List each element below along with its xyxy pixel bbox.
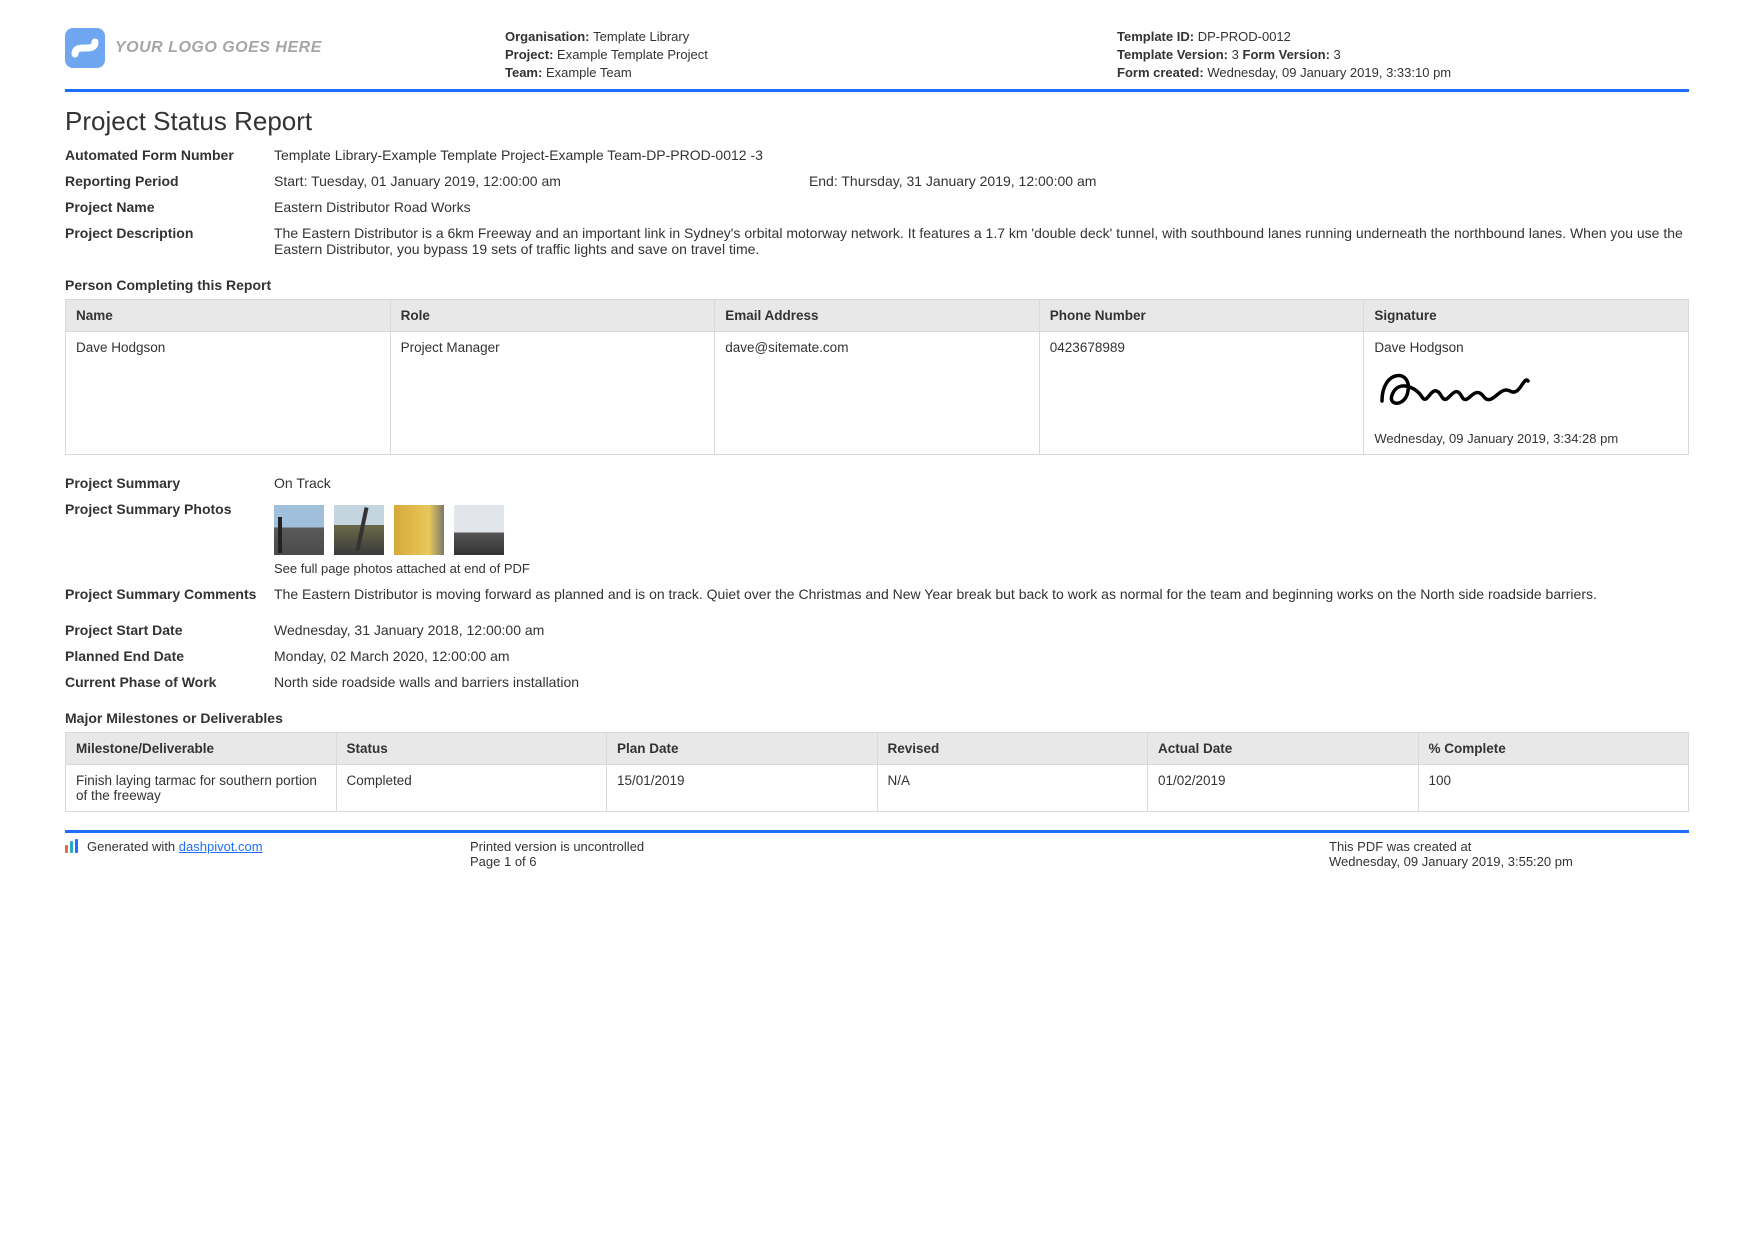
col-revised: Revised: [877, 732, 1148, 764]
created-at-value: Wednesday, 09 January 2019, 3:55:20 pm: [1329, 854, 1689, 869]
org-label: Organisation:: [505, 29, 590, 44]
cell-pct: 100: [1418, 764, 1689, 811]
project-start-label: Project Start Date: [65, 612, 270, 638]
current-phase-label: Current Phase of Work: [65, 674, 270, 690]
col-deliverable: Milestone/Deliverable: [66, 732, 337, 764]
form-created-label: Form created:: [1117, 65, 1204, 80]
signature-icon: [1374, 361, 1534, 413]
header-rule: [65, 89, 1689, 92]
report-header: YOUR LOGO GOES HERE Organisation: Templa…: [65, 28, 1689, 83]
table-header-row: Name Role Email Address Phone Number Sig…: [66, 299, 1689, 331]
project-description-value: The Eastern Distributor is a 6km Freeway…: [274, 225, 1689, 257]
summary-photos-block: See full page photos attached at end of …: [274, 501, 1689, 576]
form-version-label: Form Version:: [1243, 47, 1330, 62]
header-meta-right: Template ID: DP-PROD-0012 Template Versi…: [1117, 28, 1689, 83]
info-grid: Automated Form Number Template Library-E…: [65, 147, 1689, 257]
photo-thumbnail-4: [454, 505, 504, 555]
automated-form-number-value: Template Library-Example Template Projec…: [274, 147, 1689, 163]
project-start-value: Wednesday, 31 January 2018, 12:00:00 am: [274, 612, 1689, 638]
created-at-label: This PDF was created at: [1329, 839, 1689, 854]
form-version-value: 3: [1334, 47, 1341, 62]
template-id-label: Template ID:: [1117, 29, 1194, 44]
cell-status: Completed: [336, 764, 607, 811]
template-version-value: 3: [1232, 47, 1239, 62]
project-label: Project:: [505, 47, 553, 62]
summary-photos-label: Project Summary Photos: [65, 501, 270, 576]
cell-deliverable: Finish laying tarmac for southern portio…: [66, 764, 337, 811]
project-name-value: Eastern Distributor Road Works: [274, 199, 1689, 215]
footer-center: Printed version is uncontrolled Page 1 o…: [470, 839, 1329, 869]
table-header-row: Milestone/Deliverable Status Plan Date R…: [66, 732, 1689, 764]
page: YOUR LOGO GOES HERE Organisation: Templa…: [0, 0, 1754, 889]
col-role: Role: [390, 299, 715, 331]
cell-signature: Dave Hodgson Wednesday, 09 January 2019,…: [1364, 331, 1689, 454]
org-value: Template Library: [593, 29, 689, 44]
team-value: Example Team: [546, 65, 632, 80]
milestones-table: Milestone/Deliverable Status Plan Date R…: [65, 732, 1689, 812]
reporting-period-label: Reporting Period: [65, 173, 270, 189]
photo-thumbnail-3: [394, 505, 444, 555]
cell-plan-date: 15/01/2019: [607, 764, 878, 811]
logo-block: YOUR LOGO GOES HERE: [65, 28, 465, 68]
template-id-value: DP-PROD-0012: [1198, 29, 1291, 44]
reporting-period-start: Start: Tuesday, 01 January 2019, 12:00:0…: [274, 173, 561, 189]
reporting-period-value: Start: Tuesday, 01 January 2019, 12:00:0…: [274, 173, 1689, 189]
cell-email: dave@sitemate.com: [715, 331, 1040, 454]
signature-date: Wednesday, 09 January 2019, 3:34:28 pm: [1374, 431, 1678, 446]
cell-name: Dave Hodgson: [66, 331, 391, 454]
template-version-label: Template Version:: [1117, 47, 1228, 62]
automated-form-number-label: Automated Form Number: [65, 147, 270, 163]
cell-revised: N/A: [877, 764, 1148, 811]
page-title: Project Status Report: [65, 106, 1689, 137]
logo-icon: [65, 28, 105, 68]
dashpivot-icon: [65, 839, 81, 853]
cell-phone: 0423678989: [1039, 331, 1364, 454]
col-signature: Signature: [1364, 299, 1689, 331]
planned-end-value: Monday, 02 March 2020, 12:00:00 am: [274, 648, 1689, 664]
summary-grid: Project Summary On Track Project Summary…: [65, 475, 1689, 690]
footer-right: This PDF was created at Wednesday, 09 Ja…: [1329, 839, 1689, 869]
footer: Generated with dashpivot.com Printed ver…: [65, 839, 1689, 869]
milestones-section-label: Major Milestones or Deliverables: [65, 710, 1689, 726]
photo-thumbnail-2: [334, 505, 384, 555]
photo-thumbnails: [274, 505, 1689, 555]
table-row: Finish laying tarmac for southern portio…: [66, 764, 1689, 811]
planned-end-label: Planned End Date: [65, 648, 270, 664]
summary-comments-label: Project Summary Comments: [65, 586, 270, 602]
project-value: Example Template Project: [557, 47, 708, 62]
col-plan-date: Plan Date: [607, 732, 878, 764]
cell-role: Project Manager: [390, 331, 715, 454]
col-email: Email Address: [715, 299, 1040, 331]
person-section-label: Person Completing this Report: [65, 277, 1689, 293]
current-phase-value: North side roadside walls and barriers i…: [274, 674, 1689, 690]
page-number: Page 1 of 6: [470, 854, 1329, 869]
col-name: Name: [66, 299, 391, 331]
person-table: Name Role Email Address Phone Number Sig…: [65, 299, 1689, 455]
header-meta-center: Organisation: Template Library Project: …: [505, 28, 1077, 83]
project-summary-value: On Track: [274, 475, 1689, 491]
form-created-value: Wednesday, 09 January 2019, 3:33:10 pm: [1207, 65, 1451, 80]
col-actual: Actual Date: [1148, 732, 1419, 764]
project-name-label: Project Name: [65, 199, 270, 215]
table-row: Dave Hodgson Project Manager dave@sitema…: [66, 331, 1689, 454]
logo-placeholder-text: YOUR LOGO GOES HERE: [115, 39, 322, 57]
project-summary-label: Project Summary: [65, 475, 270, 491]
col-phone: Phone Number: [1039, 299, 1364, 331]
photo-thumbnail-1: [274, 505, 324, 555]
photos-caption: See full page photos attached at end of …: [274, 561, 1689, 576]
reporting-period-end: End: Thursday, 31 January 2019, 12:00:00…: [809, 173, 1096, 189]
cell-actual: 01/02/2019: [1148, 764, 1419, 811]
footer-rule: [65, 830, 1689, 833]
summary-comments-value: The Eastern Distributor is moving forwar…: [274, 586, 1689, 602]
dashpivot-link[interactable]: dashpivot.com: [179, 839, 263, 854]
project-description-label: Project Description: [65, 225, 270, 257]
generated-prefix: Generated with: [87, 839, 179, 854]
col-status: Status: [336, 732, 607, 764]
team-label: Team:: [505, 65, 542, 80]
uncontrolled-text: Printed version is uncontrolled: [470, 839, 1329, 854]
signature-name: Dave Hodgson: [1374, 340, 1678, 355]
col-pct: % Complete: [1418, 732, 1689, 764]
footer-generated: Generated with dashpivot.com: [65, 839, 470, 869]
